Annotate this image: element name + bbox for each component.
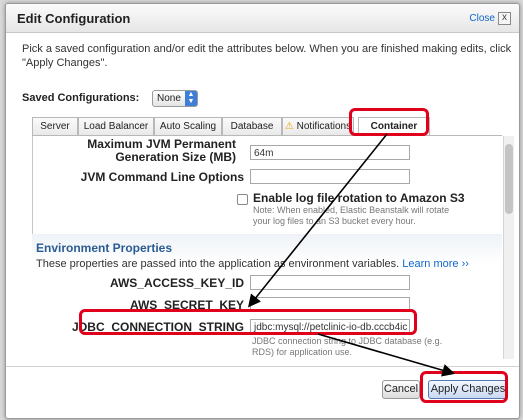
close-link[interactable]: Close: [469, 13, 495, 24]
cancel-button[interactable]: Cancel: [382, 380, 420, 399]
environment-properties-title: Environment Properties: [36, 241, 173, 255]
tab-database[interactable]: Database: [222, 117, 282, 136]
tab-label: Auto Scaling: [159, 121, 217, 132]
dialog-title: Edit Configuration: [17, 11, 131, 26]
warning-icon: ⚠: [284, 121, 294, 132]
saved-configurations-value: None: [157, 93, 181, 104]
tab-label: Load Balancer: [83, 121, 149, 132]
jdbc-note-line-1: JDBC connection string to JDBC database …: [252, 336, 443, 346]
permgen-size-label: Maximum JVM Permanent Generation Size (M…: [87, 137, 236, 164]
permgen-size-input[interactable]: 64m: [250, 145, 410, 160]
log-rotation-checkbox[interactable]: [237, 194, 248, 205]
tab-server[interactable]: Server: [32, 117, 78, 136]
select-arrows-icon: ▲ ▼: [184, 91, 197, 106]
saved-configurations-select[interactable]: None ▲ ▼: [152, 90, 198, 107]
container-tab-highlight: [349, 108, 429, 136]
aws-access-key-id-input[interactable]: [250, 275, 410, 290]
saved-configurations-label: Saved Configurations:: [22, 92, 140, 104]
dialog-intro-text: Pick a saved configuration and/or edit t…: [22, 43, 512, 69]
tab-label: Notifications: [296, 121, 352, 132]
edit-configuration-dialog: Edit Configuration Close x Pick a saved …: [5, 3, 520, 419]
tab-auto-scaling[interactable]: Auto Scaling: [154, 117, 222, 136]
panel-scrollbar[interactable]: [503, 136, 514, 359]
tab-notifications[interactable]: ⚠ Notifications: [282, 117, 354, 136]
jdbc-row-highlight: [79, 309, 417, 335]
learn-more-link[interactable]: Learn more ››: [402, 258, 469, 270]
jvm-options-input[interactable]: [250, 169, 410, 184]
scrollbar-thumb[interactable]: [505, 144, 513, 214]
environment-description-text: These properties are passed into the app…: [36, 258, 400, 270]
apply-changes-highlight: [420, 371, 508, 403]
close-icon[interactable]: x: [498, 12, 511, 25]
jvm-options-label: JVM Command Line Options: [80, 170, 244, 184]
log-rotation-label: Enable log file rotation to Amazon S3: [253, 191, 465, 205]
environment-properties-description: These properties are passed into the app…: [36, 258, 469, 270]
footer-divider: [6, 366, 519, 367]
log-rotation-note-line-2: your log files to an S3 bucket every hou…: [253, 216, 416, 226]
tab-label: Server: [40, 121, 70, 132]
log-rotation-note-line-1: Note: When enabled, Elastic Beanstalk wi…: [253, 205, 450, 215]
tab-load-balancer[interactable]: Load Balancer: [78, 117, 154, 136]
aws-access-key-id-label: AWS_ACCESS_KEY_ID: [109, 276, 244, 290]
dialog-titlebar: Edit Configuration Close x: [6, 4, 519, 33]
jdbc-note-line-2: RDS) for application use.: [252, 347, 353, 357]
tab-label: Database: [230, 121, 274, 132]
